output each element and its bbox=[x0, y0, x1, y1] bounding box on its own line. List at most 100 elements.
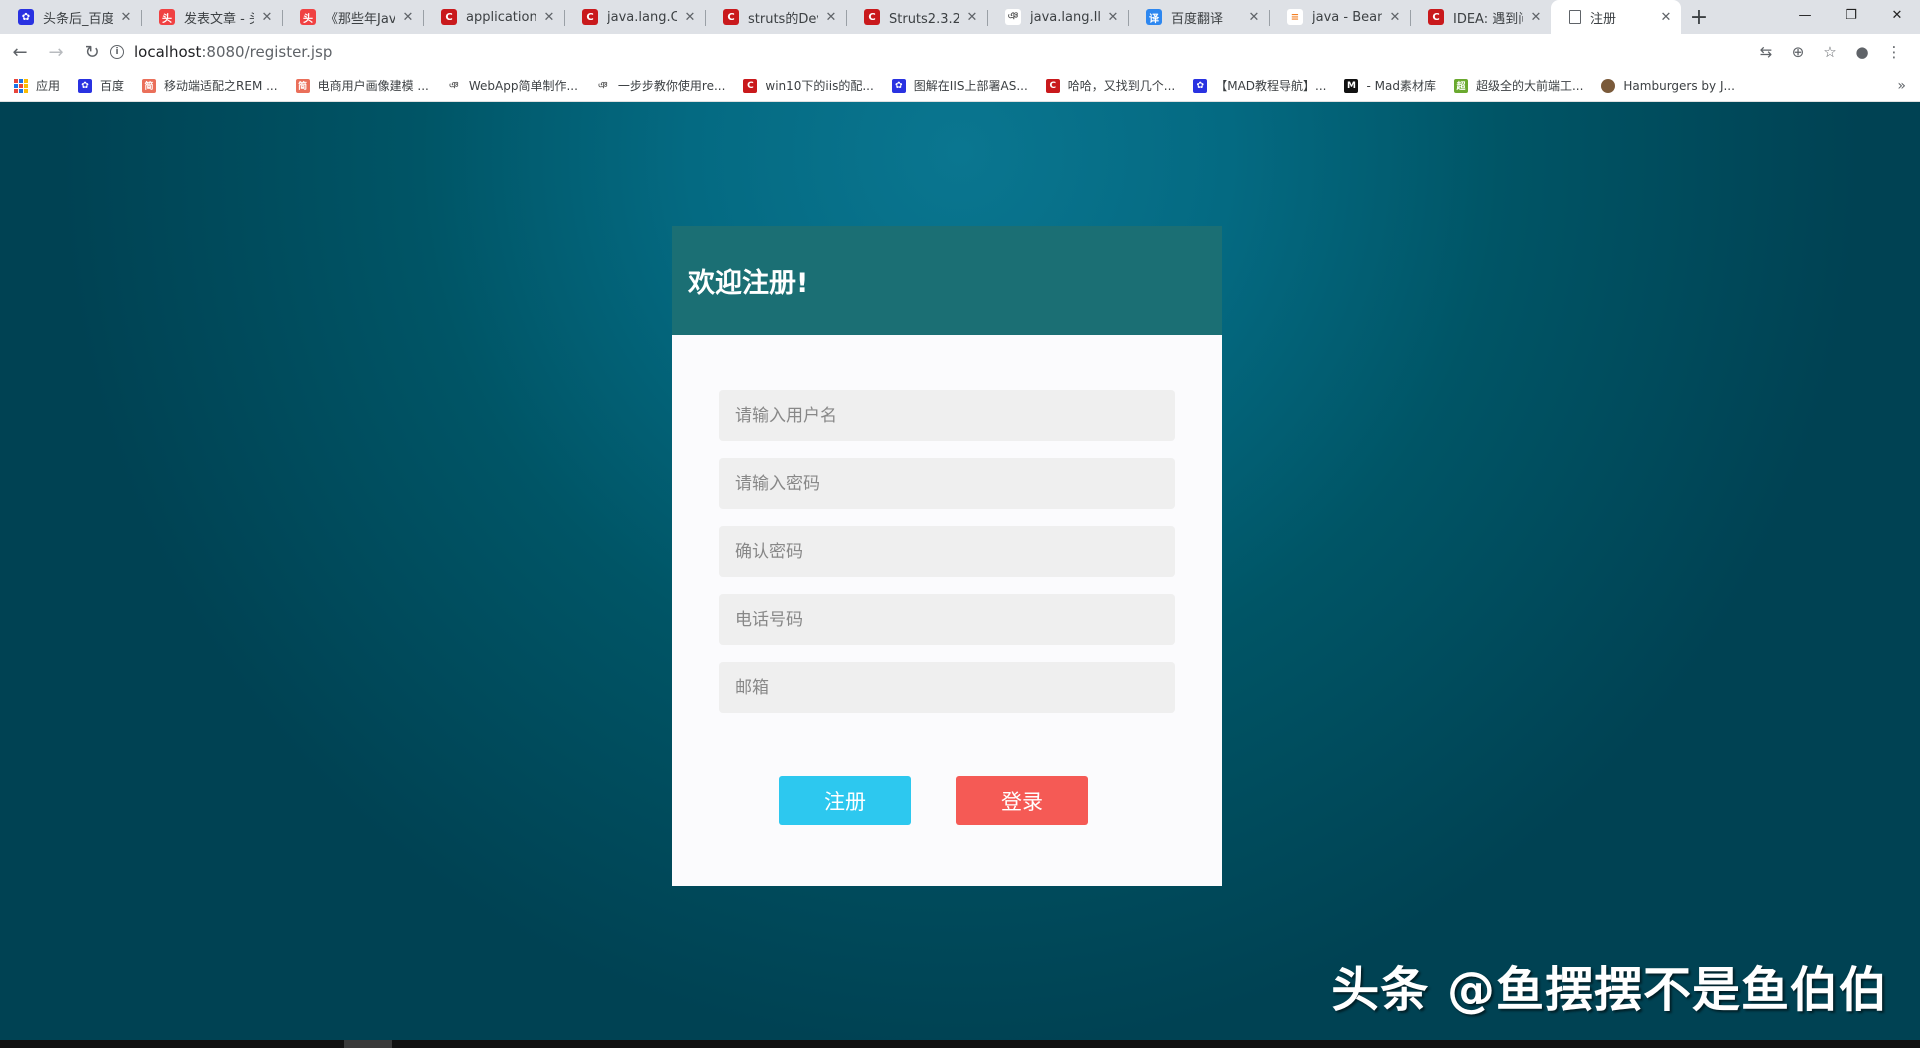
forward-button[interactable]: → bbox=[40, 38, 72, 66]
csdn-icon: C bbox=[1428, 9, 1444, 25]
bookmark-label: 【MAD教程导航】... bbox=[1215, 79, 1327, 93]
bookmark-item[interactable]: ✿ 图解在IIS上部署AS... bbox=[891, 77, 1028, 94]
bookmark-item[interactable]: 简移动端适配之REM ... bbox=[142, 77, 278, 94]
baidu-paw-icon: ✿ bbox=[78, 78, 93, 93]
address-bar[interactable]: i localhost:8080/register.jsp ⇆ ⊕ ☆ ● ⋮ bbox=[110, 38, 1910, 66]
zoom-icon[interactable]: ⊕ bbox=[1782, 43, 1814, 61]
close-icon[interactable]: ✕ bbox=[1247, 10, 1261, 25]
feather-icon: ঞ bbox=[446, 78, 461, 93]
account-icon[interactable]: ● bbox=[1846, 43, 1878, 61]
tab-2[interactable]: 头《那些年Java ✕ bbox=[282, 0, 423, 34]
toutiao-icon: 头 bbox=[300, 9, 316, 25]
bookmark-item[interactable]: ঞ WebApp简单制作... bbox=[446, 77, 578, 94]
close-icon[interactable]: ✕ bbox=[683, 10, 697, 25]
reload-icon: ↻ bbox=[84, 41, 100, 63]
feather-icon: ঞ bbox=[595, 78, 610, 93]
tab-7[interactable]: ঞ java.lang.Illeg ✕ bbox=[987, 0, 1128, 34]
baidu-paw-icon: ✿ bbox=[18, 9, 34, 25]
tab-title: java - BeanFa bbox=[1312, 9, 1382, 25]
bookmarks-bar: 应用 ✿ 百度 简移动端适配之REM ... 简电商用户画像建模 ... ঞ Web… bbox=[0, 70, 1920, 102]
phone-input[interactable] bbox=[719, 594, 1175, 645]
omnibox-actions: ⇆ ⊕ ☆ ● ⋮ bbox=[1750, 38, 1910, 66]
close-icon[interactable]: ✕ bbox=[824, 10, 838, 25]
tab-title: 《那些年Java bbox=[325, 11, 395, 27]
username-input[interactable] bbox=[719, 390, 1175, 441]
page-title: 欢迎注册! bbox=[688, 268, 809, 299]
url-text[interactable]: localhost:8080/register.jsp bbox=[134, 43, 332, 61]
document-icon bbox=[1569, 10, 1581, 24]
minimize-button[interactable]: — bbox=[1782, 0, 1828, 30]
tab-5[interactable]: Cstruts的DevM ✕ bbox=[705, 0, 846, 34]
jianshu-icon: ঞ bbox=[1005, 9, 1021, 25]
bookmark-label: 超级全的大前端工... bbox=[1475, 79, 1584, 93]
bookmark-item[interactable]: ✿ 百度 bbox=[78, 77, 124, 94]
window-controls: — ❐ ✕ bbox=[1782, 0, 1920, 30]
bookmark-label: 图解在IIS上部署AS... bbox=[913, 79, 1028, 93]
tab-title: 发表文章 - 头条 bbox=[184, 11, 254, 27]
restore-button[interactable]: ❐ bbox=[1828, 0, 1874, 30]
confirm-password-input[interactable] bbox=[719, 526, 1175, 577]
bookmark-item[interactable]: Hamburgers by J... bbox=[1601, 78, 1735, 93]
bookmark-item[interactable]: C 哈哈，又找到几个... bbox=[1045, 77, 1175, 94]
restore-icon: ❐ bbox=[1845, 7, 1857, 23]
translate-icon[interactable]: ⇆ bbox=[1750, 43, 1782, 61]
browser-toolbar: ← → ↻ i localhost:8080/register.jsp ⇆ ⊕ … bbox=[0, 34, 1920, 70]
tab-10[interactable]: C IDEA: 遇到问题 ✕ bbox=[1410, 0, 1551, 34]
bookmark-label: WebApp简单制作... bbox=[468, 79, 578, 93]
close-icon[interactable]: ✕ bbox=[542, 10, 556, 25]
tab-title: 头条后_百度搜 bbox=[43, 11, 113, 27]
apps-icon bbox=[14, 78, 28, 93]
baidu-paw-icon: ✿ bbox=[1193, 78, 1208, 93]
tab-1[interactable]: 头发表文章 - 头条 ✕ bbox=[141, 0, 282, 34]
csdn-icon: C bbox=[864, 9, 880, 25]
csdn-icon: C bbox=[743, 78, 758, 93]
bookmark-item[interactable]: 超超级全的大前端工... bbox=[1453, 77, 1584, 94]
csdn-icon: C bbox=[1045, 78, 1060, 93]
password-input[interactable] bbox=[719, 458, 1175, 509]
close-icon[interactable]: ✕ bbox=[119, 10, 133, 25]
menu-icon[interactable]: ⋮ bbox=[1878, 43, 1910, 61]
tab-8[interactable]: 译百度翻译 ✕ bbox=[1128, 0, 1269, 34]
register-button[interactable]: 注册 bbox=[779, 776, 911, 825]
baidu-paw-icon: ✿ bbox=[891, 78, 906, 93]
login-button[interactable]: 登录 bbox=[956, 776, 1088, 825]
close-icon[interactable]: ✕ bbox=[965, 10, 979, 25]
close-icon[interactable]: ✕ bbox=[260, 10, 274, 25]
register-card-header: 欢迎注册! bbox=[672, 226, 1222, 335]
csdn-icon: C bbox=[723, 9, 739, 25]
close-icon[interactable]: ✕ bbox=[1529, 10, 1543, 25]
bookmark-item[interactable]: Cwin10下的iis的配... bbox=[743, 77, 874, 94]
bookmark-label: win10下的iis的配... bbox=[765, 79, 874, 93]
tab-11-active[interactable]: 注册 ✕ bbox=[1551, 0, 1681, 34]
tab-3[interactable]: Capplicationco ✕ bbox=[423, 0, 564, 34]
bookmark-item[interactable]: ঞ 一步步教你使用re... bbox=[595, 77, 725, 94]
tab-0[interactable]: ✿ 头条后_百度搜 ✕ bbox=[0, 0, 141, 34]
close-icon[interactable]: ✕ bbox=[1106, 10, 1120, 25]
translate-icon: 译 bbox=[1146, 9, 1162, 25]
back-button[interactable]: ← bbox=[4, 38, 36, 66]
reload-button[interactable]: ↻ bbox=[76, 38, 108, 66]
taskbar-item[interactable] bbox=[344, 1040, 392, 1048]
bookmark-item[interactable]: ✿ 【MAD教程导航】... bbox=[1193, 77, 1326, 94]
bookmark-item[interactable]: 简电商用户画像建模 ... bbox=[295, 77, 429, 94]
star-icon[interactable]: ☆ bbox=[1814, 43, 1846, 61]
tab-9[interactable]: ≡ java - BeanFa ✕ bbox=[1269, 0, 1410, 34]
bookmark-label: 百度 bbox=[100, 79, 125, 93]
csdn-icon: C bbox=[582, 9, 598, 25]
email-input[interactable] bbox=[719, 662, 1175, 713]
bookmark-item[interactable]: M - Mad素材库 bbox=[1344, 77, 1436, 94]
close-icon[interactable]: ✕ bbox=[401, 10, 415, 25]
bookmark-apps[interactable]: 应用 bbox=[14, 77, 60, 94]
new-tab-button[interactable]: + bbox=[1681, 0, 1717, 34]
close-icon[interactable]: ✕ bbox=[1659, 10, 1673, 25]
close-icon: ✕ bbox=[1891, 7, 1903, 23]
chevron-double-right-icon[interactable]: » bbox=[1897, 78, 1906, 94]
plus-icon: + bbox=[1689, 4, 1709, 30]
info-icon[interactable]: i bbox=[110, 45, 124, 59]
close-icon[interactable]: ✕ bbox=[1388, 10, 1402, 25]
green-square-icon: 超 bbox=[1453, 78, 1468, 93]
watermark: 头条 @鱼摆摆不是鱼伯伯 bbox=[1331, 962, 1888, 1018]
window-close-button[interactable]: ✕ bbox=[1874, 0, 1920, 30]
tab-4[interactable]: Cjava.lang.Clas ✕ bbox=[564, 0, 705, 34]
tab-6[interactable]: C Struts2.3.20不 ✕ bbox=[846, 0, 987, 34]
